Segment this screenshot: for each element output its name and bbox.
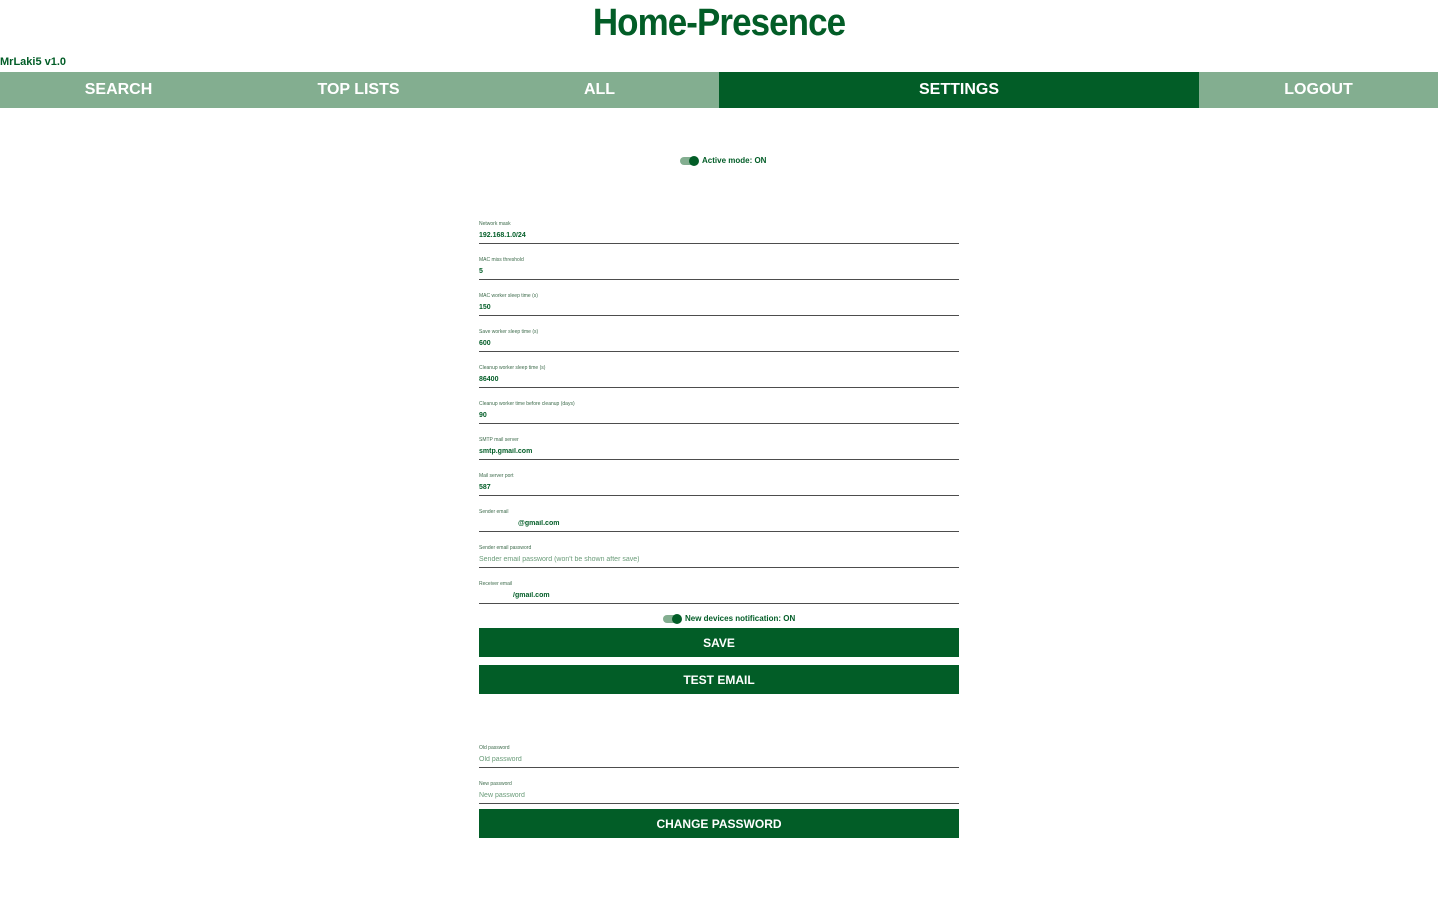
mac-worker-sleep-field: MAC worker sleep time (s): [479, 293, 959, 329]
mail-port-input[interactable]: [479, 480, 959, 496]
active-mode-row: Active mode: ON: [680, 155, 767, 166]
mac-worker-sleep-label: MAC worker sleep time (s): [479, 293, 538, 299]
mac-miss-threshold-label: MAC miss threshold: [479, 257, 524, 263]
sender-email-field: Sender email: [479, 509, 959, 545]
nav-logout[interactable]: LOGOUT: [1199, 72, 1438, 108]
toggle-knob: [689, 155, 699, 166]
cleanup-worker-sleep-label: Cleanup worker sleep time (s): [479, 365, 546, 371]
test-email-button[interactable]: TEST EMAIL: [479, 665, 959, 694]
notification-toggle[interactable]: [663, 613, 682, 624]
cleanup-worker-sleep-input[interactable]: [479, 372, 959, 388]
cleanup-worker-sleep-field: Cleanup worker sleep time (s): [479, 365, 959, 401]
smtp-server-field: SMTP mail server: [479, 437, 959, 473]
sender-password-input[interactable]: [479, 552, 959, 568]
mail-port-label: Mail server port: [479, 473, 514, 479]
settings-form: Network mask MAC miss threshold MAC work…: [479, 221, 959, 611]
new-password-label: New password: [479, 781, 512, 787]
sender-password-field: Sender email password: [479, 545, 959, 581]
receiver-email-input[interactable]: [479, 588, 959, 604]
nav-search[interactable]: SEARCH: [0, 72, 237, 108]
old-password-input[interactable]: [479, 752, 959, 768]
mac-miss-threshold-field: MAC miss threshold: [479, 257, 959, 293]
active-mode-toggle[interactable]: [680, 155, 699, 166]
cleanup-worker-days-label: Cleanup worker time before cleanup (days…: [479, 401, 575, 407]
old-password-label: Old password: [479, 745, 510, 751]
network-mask-field: Network mask: [479, 221, 959, 257]
nav-top-lists[interactable]: TOP LISTS: [237, 72, 480, 108]
cleanup-worker-days-input[interactable]: [479, 408, 959, 424]
network-mask-input[interactable]: [479, 228, 959, 244]
mail-port-field: Mail server port: [479, 473, 959, 509]
save-worker-sleep-field: Save worker sleep time (s): [479, 329, 959, 365]
nav-all[interactable]: ALL: [480, 72, 719, 108]
notification-row: New devices notification: ON: [663, 613, 796, 624]
notification-label: New devices notification: ON: [685, 614, 796, 623]
main-nav: SEARCH TOP LISTS ALL SETTINGS LOGOUT: [0, 72, 1438, 108]
old-password-field: Old password: [479, 745, 959, 781]
change-password-button[interactable]: CHANGE PASSWORD: [479, 809, 959, 838]
active-mode-label: Active mode: ON: [702, 156, 767, 165]
mac-miss-threshold-input[interactable]: [479, 264, 959, 280]
receiver-email-label: Receiver email: [479, 581, 513, 587]
save-worker-sleep-label: Save worker sleep time (s): [479, 329, 539, 335]
save-button[interactable]: SAVE: [479, 628, 959, 657]
sender-email-label: Sender email: [479, 509, 509, 515]
sender-password-label: Sender email password: [479, 545, 532, 551]
new-password-input[interactable]: [479, 788, 959, 804]
mac-worker-sleep-input[interactable]: [479, 300, 959, 316]
save-worker-sleep-input[interactable]: [479, 336, 959, 352]
cleanup-worker-days-field: Cleanup worker time before cleanup (days…: [479, 401, 959, 437]
smtp-server-input[interactable]: [479, 444, 959, 460]
sender-email-input[interactable]: [479, 516, 959, 532]
nav-settings[interactable]: SETTINGS: [719, 72, 1199, 108]
app-title: Home-Presence: [592, 2, 846, 44]
password-form: Old password New password: [479, 745, 959, 817]
toggle-knob: [672, 613, 682, 624]
header: Home-Presence: [0, 0, 1438, 50]
smtp-server-label: SMTP mail server: [479, 437, 519, 443]
user-version-label: MrLaki5 v1.0: [0, 56, 67, 68]
receiver-email-field: Receiver email: [479, 581, 959, 611]
network-mask-label: Network mask: [479, 221, 511, 227]
